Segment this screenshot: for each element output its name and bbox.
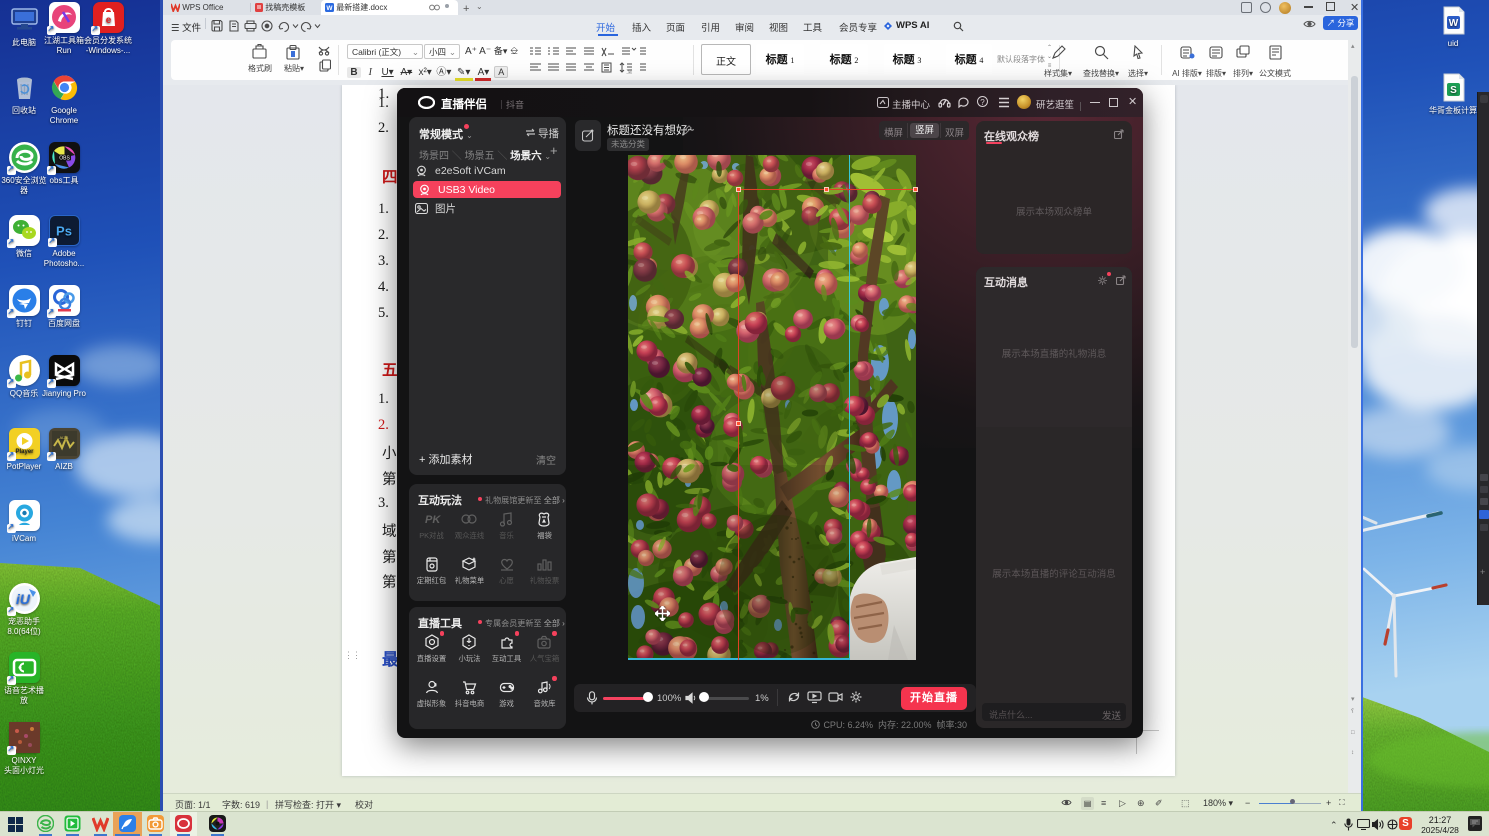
svg-text:W: W: [326, 5, 333, 12]
svg-text:Player: Player: [15, 449, 34, 455]
svg-text:S: S: [1450, 85, 1457, 96]
svg-text:e: e: [105, 15, 111, 26]
svg-text:PK: PK: [425, 514, 441, 526]
svg-text:W: W: [1448, 18, 1458, 29]
svg-text:iU: iU: [16, 591, 31, 607]
svg-text:AIZB: AIZB: [59, 435, 68, 440]
svg-text:OBS: OBS: [59, 156, 70, 162]
